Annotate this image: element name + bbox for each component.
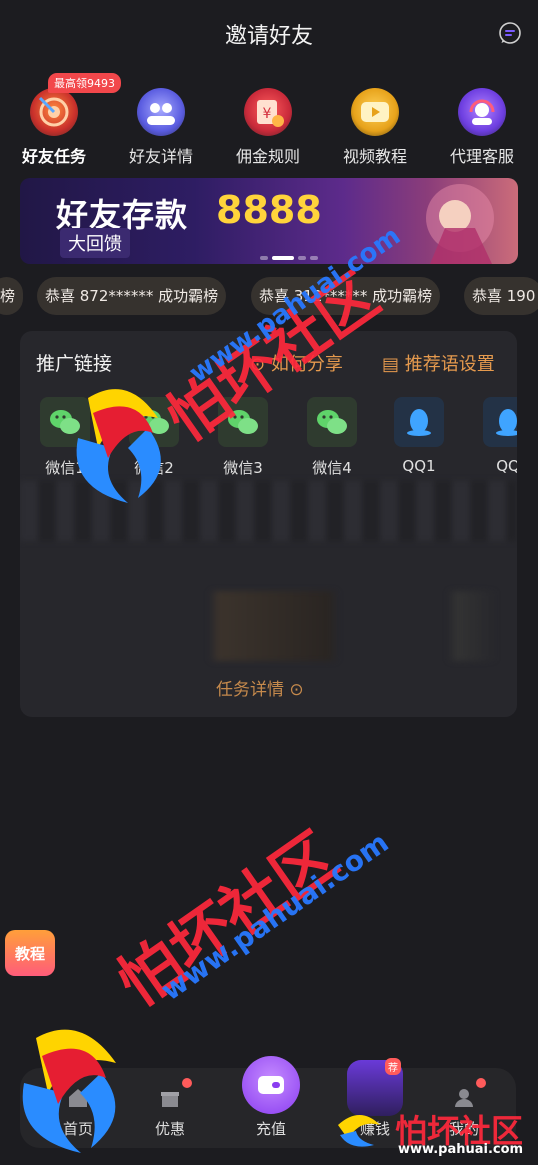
wechat-icon <box>307 397 357 447</box>
ticker-item: 恭喜 190 <box>464 277 538 315</box>
friends-icon <box>137 88 185 136</box>
chat-bubble-icon[interactable] <box>498 21 522 45</box>
page-title: 邀请好友 <box>224 24 313 49</box>
nav-label: 优惠 <box>154 1120 185 1138</box>
notification-dot <box>476 1078 486 1088</box>
watermark-url: www.pahuai.com <box>154 825 395 1008</box>
question-circle-icon: ⊙ <box>250 354 266 375</box>
nav-label: 充值 <box>255 1120 286 1138</box>
phrase-settings-label: 推荐语设置 <box>404 354 495 375</box>
recommend-badge: 荐 <box>385 1058 401 1075</box>
edit-note-icon: ▤ <box>382 354 400 375</box>
svg-text:¥: ¥ <box>263 106 272 122</box>
wallet-icon <box>242 1056 300 1114</box>
how-to-share-link[interactable]: ⊙ 如何分享 <box>250 350 343 376</box>
share-label: QQ <box>496 457 517 475</box>
gift-icon <box>161 1092 179 1107</box>
video-icon <box>351 88 399 136</box>
user-icon <box>455 1089 473 1107</box>
how-to-share-label: 如何分享 <box>270 354 343 375</box>
notification-dot <box>182 1078 192 1088</box>
share-qq-2[interactable]: QQ <box>475 397 517 475</box>
nav-recharge[interactable]: 充值 <box>231 1056 311 1148</box>
tab-commission-rules[interactable]: ¥ 佣金规则 <box>220 82 316 168</box>
watermark-logo <box>22 1029 116 1153</box>
tutorial-float-button[interactable]: 教程 <box>5 930 55 976</box>
share-wechat-4[interactable]: 微信4 <box>299 397 365 477</box>
watermark-brand: 怕坏社区 <box>104 818 350 1021</box>
share-label: QQ1 <box>402 457 436 475</box>
banner-subtitle: 大回馈 <box>60 228 130 258</box>
share-label: 微信3 <box>223 459 263 477</box>
task-detail-link[interactable]: 任务详情 ⊙ <box>216 675 304 700</box>
tab-video-tutorial[interactable]: 视频教程 <box>327 82 423 168</box>
watermark-logo <box>338 1115 380 1147</box>
reward-badge: 最高领9493 <box>48 73 121 93</box>
share-qq-1[interactable]: QQ1 <box>386 397 452 475</box>
tab-agent-support[interactable]: 代理客服 <box>434 82 530 168</box>
support-agent-icon <box>458 88 506 136</box>
qq-icon <box>394 397 444 447</box>
tab-friend-detail[interactable]: 好友详情 <box>113 82 209 168</box>
tab-label: 好友任务 <box>21 147 86 166</box>
share-label: 微信4 <box>312 459 352 477</box>
banner-amount: 8888 <box>216 188 322 232</box>
nav-label: 我的 <box>448 1120 479 1138</box>
phrase-settings-link[interactable]: ▤ 推荐语设置 <box>382 350 495 376</box>
promo-card-title: 推广链接 <box>36 353 113 375</box>
tab-friend-task[interactable]: 最高领9493 好友任务 <box>6 73 121 168</box>
money-bag-icon: ¥ <box>244 88 292 136</box>
nav-profile[interactable]: 我的 <box>424 1068 504 1148</box>
tab-label: 视频教程 <box>342 147 407 166</box>
share-wechat-3[interactable]: 微信3 <box>210 397 276 477</box>
nav-offers[interactable]: 优惠 <box>130 1068 210 1148</box>
wechat-icon <box>218 397 268 447</box>
header: 邀请好友 <box>0 0 538 68</box>
blurred-region <box>20 591 517 661</box>
banner-character-art <box>426 184 494 264</box>
winner-ticker: 榜 恭喜 872****** 成功霸榜 恭喜 312****** 成功霸榜 恭喜… <box>0 277 538 317</box>
task-detail-label: 任务详情 <box>216 680 284 700</box>
tutorial-label: 教程 <box>14 945 45 963</box>
ticker-item: 榜 <box>0 277 24 315</box>
ticker-item: 恭喜 872****** 成功霸榜 <box>37 277 227 315</box>
feature-tabs: 最高领9493 好友任务 好友详情 ¥ 佣金规则 视频教程 代理客服 <box>0 73 538 168</box>
target-icon <box>30 88 78 136</box>
tab-label: 佣金规则 <box>235 147 300 166</box>
ticker-item: 恭喜 312****** 成功霸榜 <box>251 277 441 315</box>
watermark-logo <box>76 389 161 503</box>
tab-label: 好友详情 <box>128 147 193 166</box>
chevron-right-icon: ⊙ <box>289 680 304 700</box>
promo-banner[interactable]: 好友存款 8888 大回馈 <box>20 178 518 264</box>
qq-icon <box>483 397 517 447</box>
tab-label: 代理客服 <box>449 147 514 166</box>
banner-pagination <box>260 256 320 260</box>
